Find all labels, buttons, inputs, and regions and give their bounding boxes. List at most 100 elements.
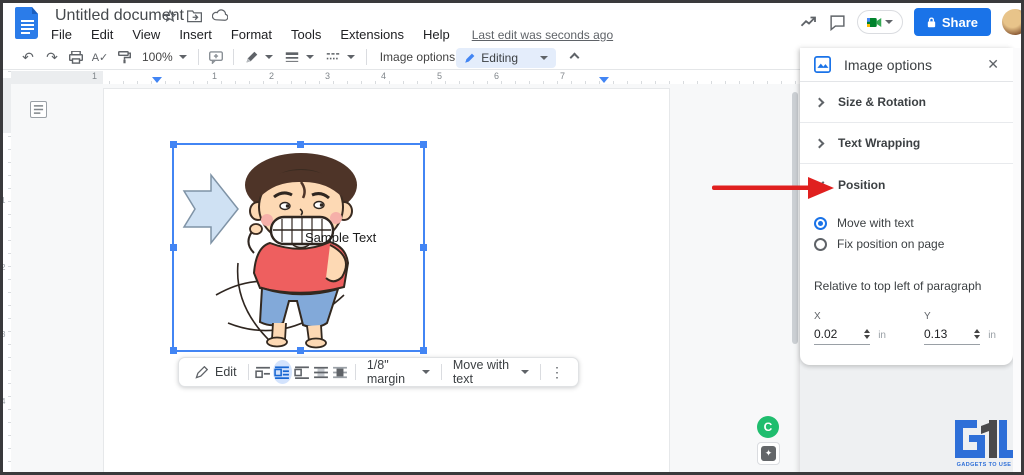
x-value-input[interactable]: 0.02 <box>814 327 864 341</box>
move-with-text-option[interactable]: Move with text <box>814 213 999 233</box>
wrap-text-icon[interactable] <box>272 360 293 384</box>
resize-handle[interactable] <box>170 141 177 148</box>
ruler-number: 3 <box>325 71 331 81</box>
margin-dropdown[interactable]: 1/8" margin <box>361 358 436 386</box>
comment-icon[interactable] <box>829 14 846 31</box>
gtu-logo-text: GADGETS TO USE <box>956 462 1012 468</box>
redo-icon[interactable]: ↷ <box>40 47 64 67</box>
zoom-caret-icon <box>178 55 187 59</box>
border-pen-icon <box>246 51 257 63</box>
spellcheck-icon[interactable]: A✓ <box>88 47 112 67</box>
extension-badge-icon[interactable]: C <box>757 416 779 438</box>
ruler-number: 2 <box>269 71 275 81</box>
editing-mode-label: Editing <box>481 51 518 65</box>
right-indent-marker[interactable] <box>599 77 609 83</box>
menu-format[interactable]: Format <box>226 26 277 43</box>
section-text-wrapping[interactable]: Text Wrapping <box>800 123 1013 164</box>
radio-unselected-icon[interactable] <box>814 237 827 251</box>
cloud-status-icon[interactable] <box>212 9 228 22</box>
close-panel-icon[interactable]: ✕ <box>987 56 999 73</box>
ruler-number: 6 <box>494 71 500 81</box>
image-selection-box[interactable] <box>170 141 427 354</box>
ruler-number: 4 <box>1 397 6 406</box>
ruler-number: 1 <box>212 71 218 81</box>
add-comment-icon[interactable] <box>204 47 228 67</box>
image-options-card: Image options ✕ Size & Rotation Text Wra… <box>800 48 1013 365</box>
more-options-icon[interactable]: ⋮ <box>546 364 568 381</box>
resize-handle[interactable] <box>170 244 177 251</box>
document-canvas: Sample Text Edit 1/8" margin Move with t… <box>11 84 800 472</box>
resize-handle[interactable] <box>297 141 304 148</box>
menu-help[interactable]: Help <box>418 26 455 43</box>
vertical-ruler[interactable]: 1 2 3 4 <box>0 71 11 472</box>
meet-caret-icon <box>884 20 893 24</box>
horizontal-ruler[interactable]: 1 1 2 3 4 5 6 7 <box>11 71 800 84</box>
google-docs-logo-icon[interactable] <box>15 7 40 39</box>
fix-position-option[interactable]: Fix position on page <box>814 234 999 254</box>
resize-handle[interactable] <box>170 347 177 354</box>
break-text-icon[interactable] <box>292 360 311 384</box>
browser-scrollbar-track[interactable] <box>1013 48 1021 472</box>
edit-pencil-icon <box>195 365 208 379</box>
print-icon[interactable] <box>64 47 88 67</box>
position-mode-dropdown[interactable]: Move with text <box>447 358 535 386</box>
paint-format-icon[interactable] <box>112 47 136 67</box>
menu-extensions[interactable]: Extensions <box>335 26 409 43</box>
star-icon[interactable] <box>163 9 177 23</box>
behind-text-icon[interactable] <box>311 360 330 384</box>
y-stepper[interactable] <box>974 329 981 339</box>
zoom-dropdown[interactable]: 100% <box>136 50 193 64</box>
editing-mode-dropdown[interactable]: Editing <box>456 48 556 68</box>
move-with-text-label: Move with text <box>837 216 914 230</box>
margin-caret-icon <box>422 370 431 374</box>
ruler-margin-segment <box>11 71 103 84</box>
front-of-text-icon[interactable] <box>331 360 350 384</box>
section-text-wrapping-label: Text Wrapping <box>838 136 921 150</box>
menu-tools[interactable]: Tools <box>286 26 326 43</box>
assistant-sparkle-button[interactable]: ✦ <box>757 442 780 465</box>
resize-handle[interactable] <box>420 141 427 148</box>
document-outline-icon[interactable] <box>30 101 47 118</box>
zoom-value: 100% <box>142 50 173 64</box>
undo-icon[interactable]: ↶ <box>16 47 40 67</box>
resize-handle[interactable] <box>420 347 427 354</box>
last-edit-link[interactable]: Last edit was seconds ago <box>472 26 613 43</box>
ruler-number: 7 <box>560 71 566 81</box>
document-scrollbar[interactable] <box>792 92 798 344</box>
section-position-label: Position <box>838 177 886 192</box>
google-docs-window: Untitled document File Edit View Insert … <box>0 0 1024 475</box>
x-unit-label: in <box>878 330 886 341</box>
menu-view[interactable]: View <box>127 26 165 43</box>
y-unit-label: in <box>988 330 996 341</box>
border-dash-icon <box>326 53 339 60</box>
ruler-margin-segment <box>0 78 11 133</box>
menu-file[interactable]: File <box>46 26 77 43</box>
hide-menus-button[interactable] <box>569 50 580 64</box>
move-folder-icon[interactable] <box>187 9 202 23</box>
account-avatar[interactable] <box>1002 9 1024 35</box>
left-indent-marker[interactable] <box>152 77 162 83</box>
share-button[interactable]: Share <box>913 8 991 36</box>
menu-insert[interactable]: Insert <box>174 26 217 43</box>
panel-header: Image options ✕ <box>800 48 1013 82</box>
x-stepper[interactable] <box>864 329 871 339</box>
menu-edit[interactable]: Edit <box>86 26 118 43</box>
resize-handle[interactable] <box>420 244 427 251</box>
edit-image-button[interactable]: Edit <box>189 365 243 379</box>
gtu-logo-icon <box>955 420 1013 458</box>
resize-handle[interactable] <box>297 347 304 354</box>
image-options-toolbar-button[interactable]: Image options <box>372 50 463 64</box>
meet-call-button[interactable] <box>856 10 903 34</box>
y-value-input[interactable]: 0.13 <box>924 327 974 341</box>
panel-title: Image options <box>844 56 932 73</box>
border-dash-dropdown[interactable] <box>320 51 361 63</box>
section-size-rotation[interactable]: Size & Rotation <box>800 82 1013 123</box>
radio-selected-icon[interactable] <box>814 216 827 230</box>
border-weight-dropdown[interactable] <box>279 51 320 63</box>
app-header: Untitled document File Edit View Insert … <box>0 0 1024 45</box>
x-label: X <box>814 311 821 322</box>
border-color-dropdown[interactable] <box>239 51 279 64</box>
chevron-right-icon <box>814 138 825 148</box>
insights-icon[interactable] <box>800 15 818 29</box>
wrap-inline-icon[interactable] <box>253 360 272 384</box>
